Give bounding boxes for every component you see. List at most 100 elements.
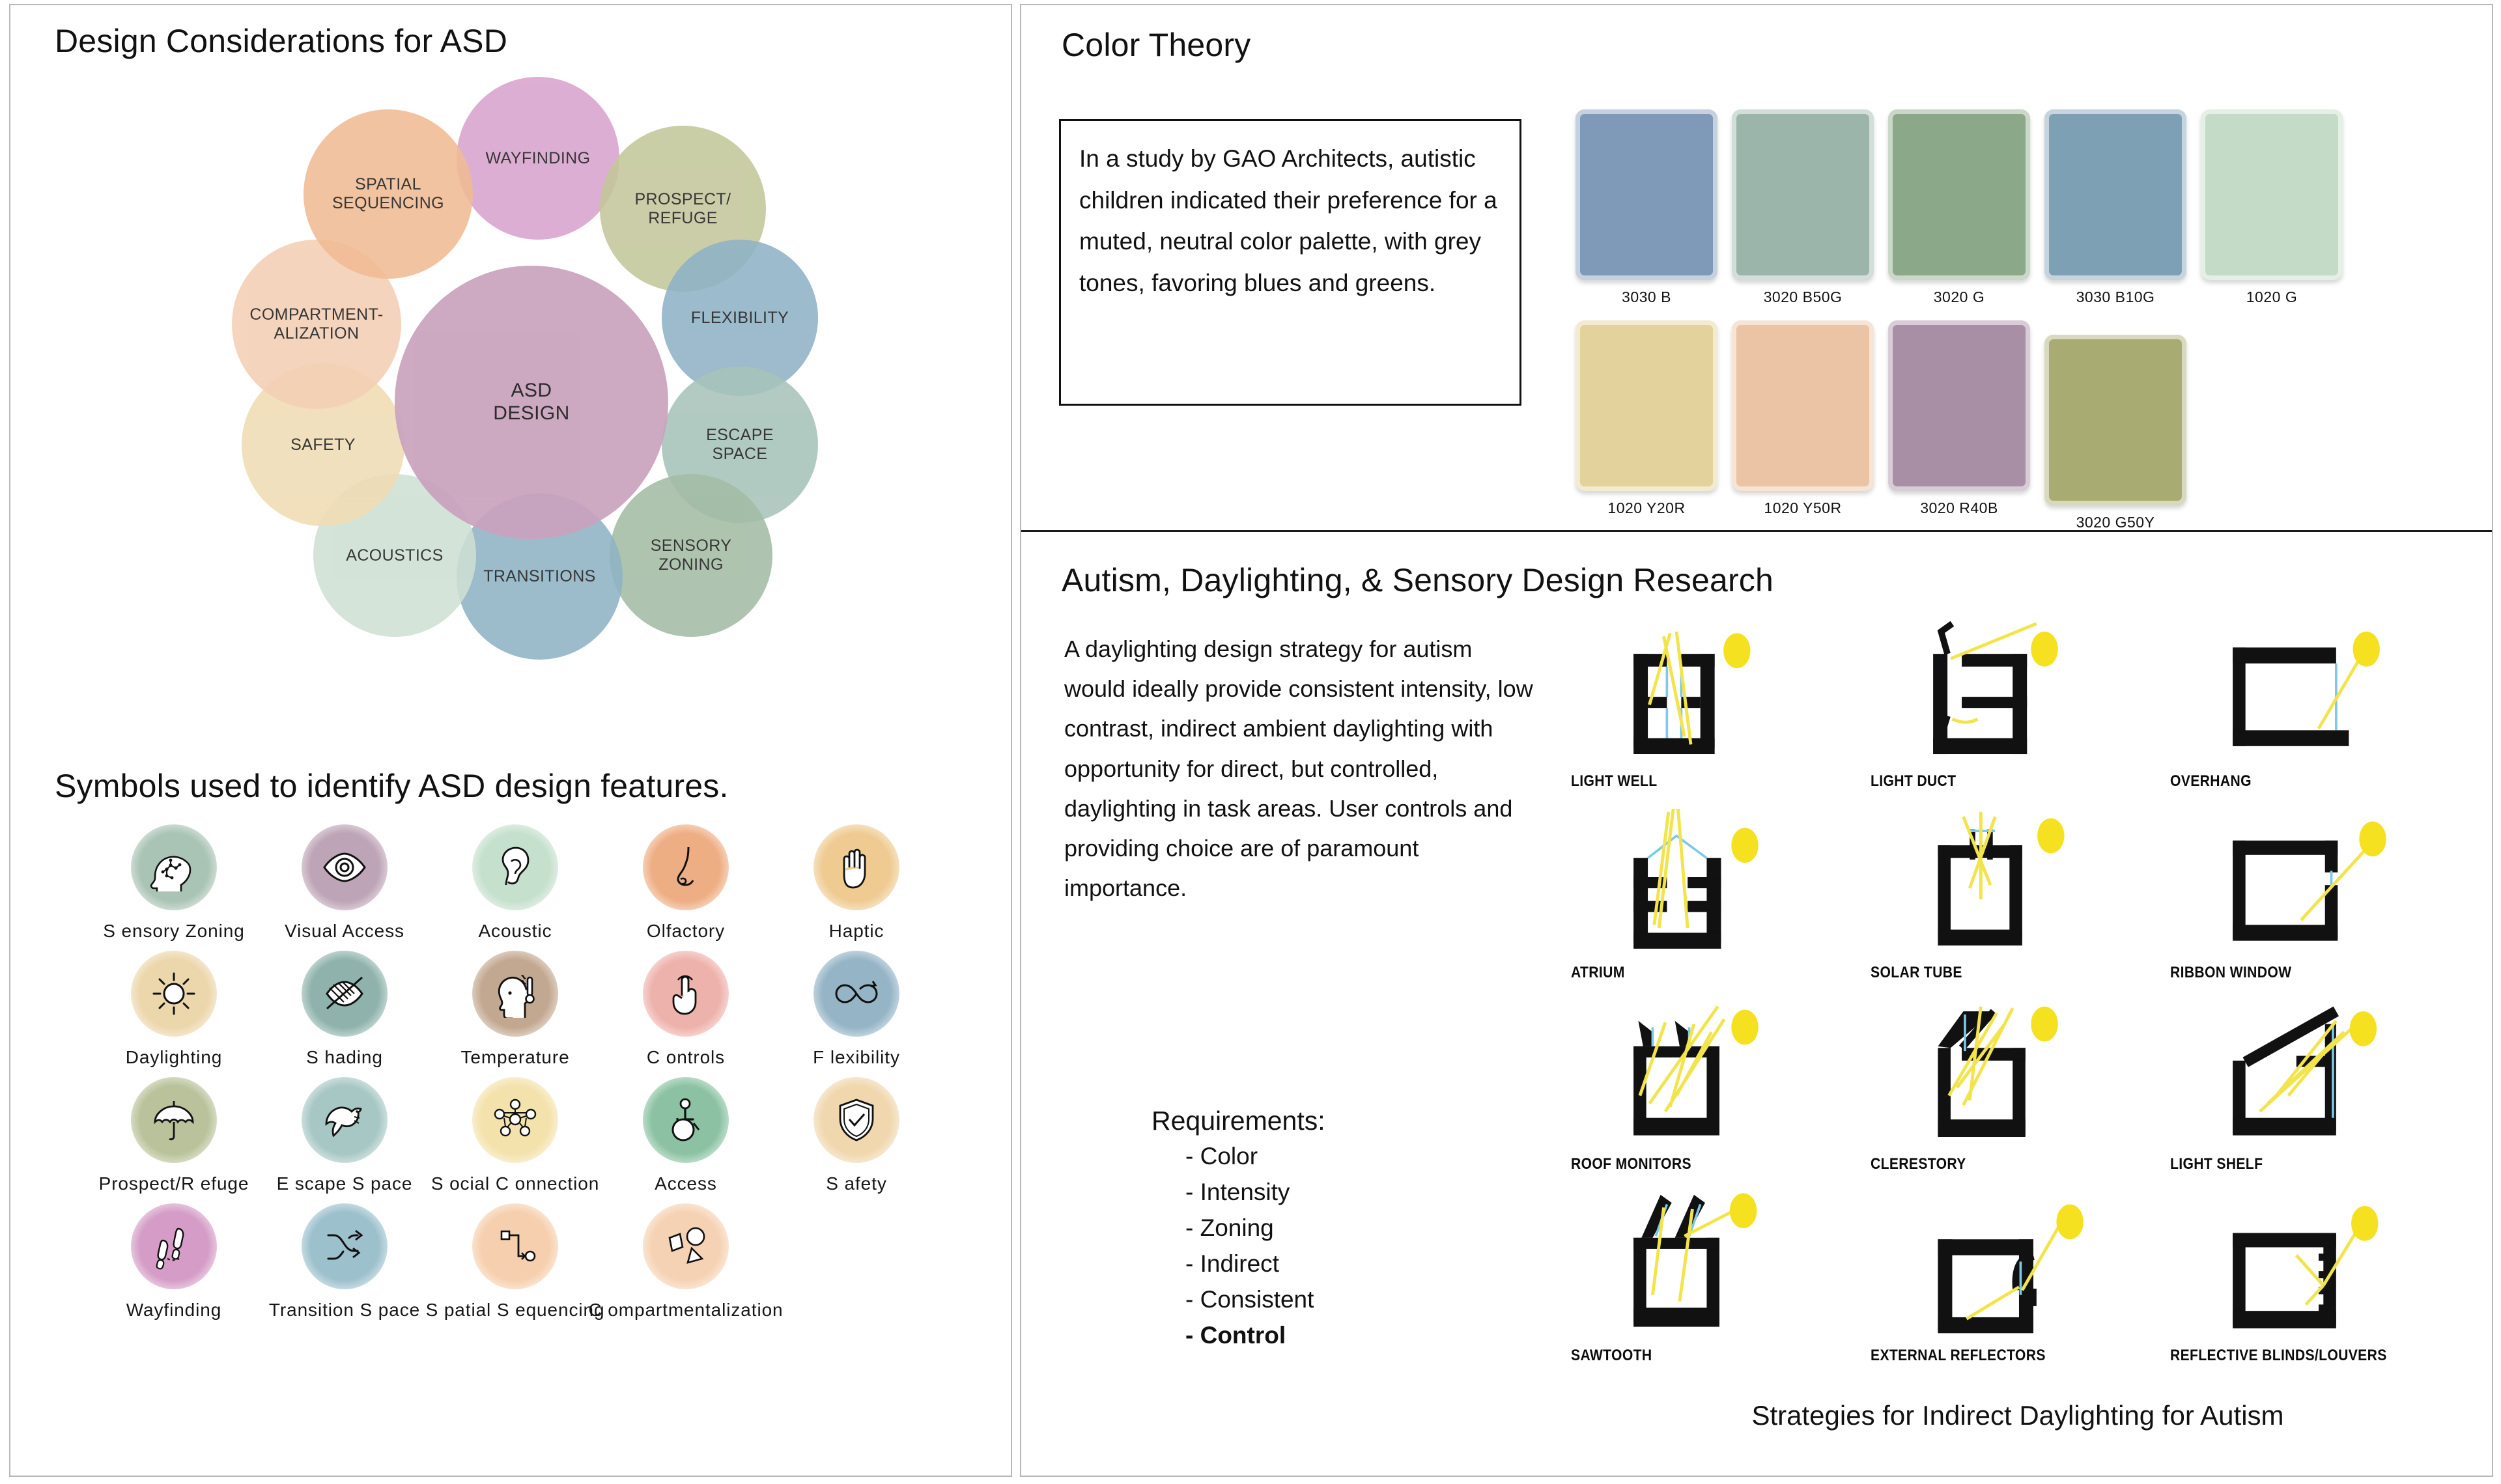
diagram-label: LIGHT WELL [1571,772,1658,790]
diagram-label: LIGHT DUCT [1871,772,1957,790]
diagram-illustration-icon [2168,617,2441,768]
sequence-path-icon [472,1203,558,1289]
diagram-label: RIBBON WINDOW [2170,964,2292,981]
daylighting-diagram-light-well: LIGHT WELL [1568,617,1868,805]
symbol-label: Prospect/R efuge [98,1173,249,1194]
bubble-label: FLEXIBILITY [690,308,789,327]
diagram-illustration-icon [1568,1000,1842,1151]
swatch-chip [1575,109,1717,280]
symbol-label: E scape S pace [276,1173,413,1194]
symbol-label: F lexibility [813,1047,900,1067]
symbol-daylighting[interactable]: Daylighting [89,951,259,1068]
diagram-illustration-icon [1868,617,2141,768]
daylighting-diagram-grid: LIGHT WELL LIGHT DUCT OVERHANG ATRIUM SOLAR … [1568,617,2467,1383]
color-swatch[interactable]: 1020 Y50R [1725,320,1881,531]
diagram-row: SAWTOOTH EXTERNAL REFLECTORS REFLECTIVE BL… [1568,1192,2467,1379]
symbol-label: Visual Access [285,921,404,941]
requirements-block: Requirements: - Color - Intensity - Zoning… [1152,1106,1542,1358]
color-swatch[interactable]: 3030 B10G [2037,109,2194,306]
symbol-flexibility[interactable]: F lexibility [771,951,942,1068]
daylighting-diagram-ribbon-window: RIBBON WINDOW [2168,809,2467,996]
symbol-label: S ocial C onnection [431,1173,600,1194]
shuffle-icon [302,1203,388,1289]
requirement-item: - Control [1185,1322,1286,1349]
bubble-spatial-sequencing: SPATIAL SEQUENCING [304,109,473,279]
bubble-sensory-zoning: SENSORY ZONING [610,474,772,637]
diagram-caption: Strategies for Indirect Daylighting for … [1751,1400,2284,1431]
symbol-wayfinding[interactable]: Wayfinding [89,1203,259,1321]
research-section-title: Autism, Daylighting, & Sensory Design Re… [1062,562,1774,598]
color-theory-title: Color Theory [1062,27,1251,63]
swatch-row: 1020 Y20R 1020 Y50R 3020 R40B 3020 G50Y [1568,320,2461,531]
symbol-compartmentalization[interactable]: C ompartmentalization [588,1203,783,1321]
daylighting-diagram-sawtooth: SAWTOOTH [1568,1192,1868,1379]
color-swatch[interactable]: 3020 G50Y [2037,335,2194,531]
symbol-haptic[interactable]: Haptic [771,824,942,942]
symbol-transitionspace[interactable]: Transition S pace [259,1203,430,1321]
symbol-socialconnection[interactable]: S ocial C onnection [430,1077,601,1194]
bubble-label: SENSORY ZONING [650,537,732,574]
symbol-visualaccess[interactable]: Visual Access [259,824,430,942]
diagram-label: ROOF MONITORS [1571,1155,1691,1173]
right-panel: Color Theory In a study by GAO Architect… [1020,4,2493,1477]
diagram-illustration-icon [2168,809,2441,960]
symbol-grid: S ensory Zoning Visual Access Acoustic Olfa… [89,824,1000,1330]
symbol-safety[interactable]: S afety [771,1077,942,1194]
symbol-escapespace[interactable]: E scape S pace [259,1077,430,1194]
diagram-label: ATRIUM [1571,964,1625,981]
daylighting-diagram-external-reflectors: EXTERNAL REFLECTORS [1868,1192,2168,1379]
symbol-label: S hading [306,1047,383,1067]
diagram-label: LIGHT SHELF [2170,1155,2263,1173]
color-swatch[interactable]: 3020 B50G [1725,109,1881,306]
color-swatch[interactable]: 3030 B [1568,109,1725,306]
diagram-illustration-icon [1868,1000,2141,1151]
diagram-label: SOLAR TUBE [1871,964,1962,981]
daylighting-diagram-overhang: OVERHANG [2168,617,2467,805]
asd-bubble-diagram: ASD DESIGN WAYFINDING PROSPECT/ REFUGE FLEX… [206,77,857,735]
daylighting-diagram-atrium: ATRIUM [1568,808,1868,996]
diagram-row: ATRIUM SOLAR TUBE RIBBON WINDOW [1568,808,2467,996]
bubble-label: ASD DESIGN [493,380,570,424]
symbol-label: Daylighting [125,1047,223,1067]
symbol-label: Wayfinding [126,1300,222,1320]
symbol-controls[interactable]: C ontrols [601,951,771,1068]
symbol-access[interactable]: Access [601,1077,771,1194]
bubble-label: WAYFINDING [485,148,591,167]
swatch-chip [1732,320,1874,491]
network-icon [472,1077,558,1163]
daylighting-diagram-roof-monitors: ROOF MONITORS [1568,1000,1868,1188]
color-swatch[interactable]: 3020 G [1881,109,2037,306]
poster-board: Design Considerations for ASD ASD DESIGN… [0,0,2501,1484]
ear-icon [472,824,558,910]
symbol-row: Daylighting S hading Temperature C ontrols F… [89,951,942,1068]
sun-icon [131,951,217,1037]
symbol-sensoryzoning[interactable]: S ensory Zoning [89,824,259,942]
left-panel-title: Design Considerations for ASD [55,23,508,59]
bubble-label: COMPARTMENT- ALIZATION [249,305,384,343]
swatch-chip [1888,109,2030,280]
color-swatch[interactable]: 1020 Y20R [1568,320,1725,531]
color-swatch[interactable]: 3020 R40B [1881,320,2037,531]
requirements-heading: Requirements: [1152,1106,1325,1136]
swatch-name: 3020 B50G [1763,288,1843,305]
symbol-prospect/refuge[interactable]: Prospect/R efuge [89,1077,259,1194]
symbol-acoustic[interactable]: Acoustic [430,824,601,942]
hand-open-icon [813,824,899,910]
daylighting-diagram-light-shelf: LIGHT SHELF [2168,1000,2467,1188]
symbol-label: S patial S equencing [425,1300,605,1320]
color-theory-quote-box: In a study by GAO Architects, autistic c… [1059,119,1521,406]
finger-tap-icon [643,951,729,1037]
swatch-chip [1575,320,1717,491]
symbol-spatialsequencing[interactable]: S patial S equencing [426,1203,604,1321]
dove-icon [302,1077,388,1163]
symbol-olfactory[interactable]: Olfactory [601,824,771,942]
symbol-temperature[interactable]: Temperature [430,951,601,1068]
color-swatch[interactable]: 1020 G [2194,109,2350,306]
swatch-name: 1020 G [2246,288,2298,305]
research-paragraph: A daylighting design strategy for autism… [1064,636,1533,902]
bubble-label: ACOUSTICS [346,546,444,565]
symbol-shading[interactable]: S hading [259,951,430,1068]
diagram-illustration-icon [1568,808,1842,960]
symbol-label: Olfactory [646,921,726,941]
left-panel: Design Considerations for ASD ASD DESIGN… [9,4,1012,1477]
